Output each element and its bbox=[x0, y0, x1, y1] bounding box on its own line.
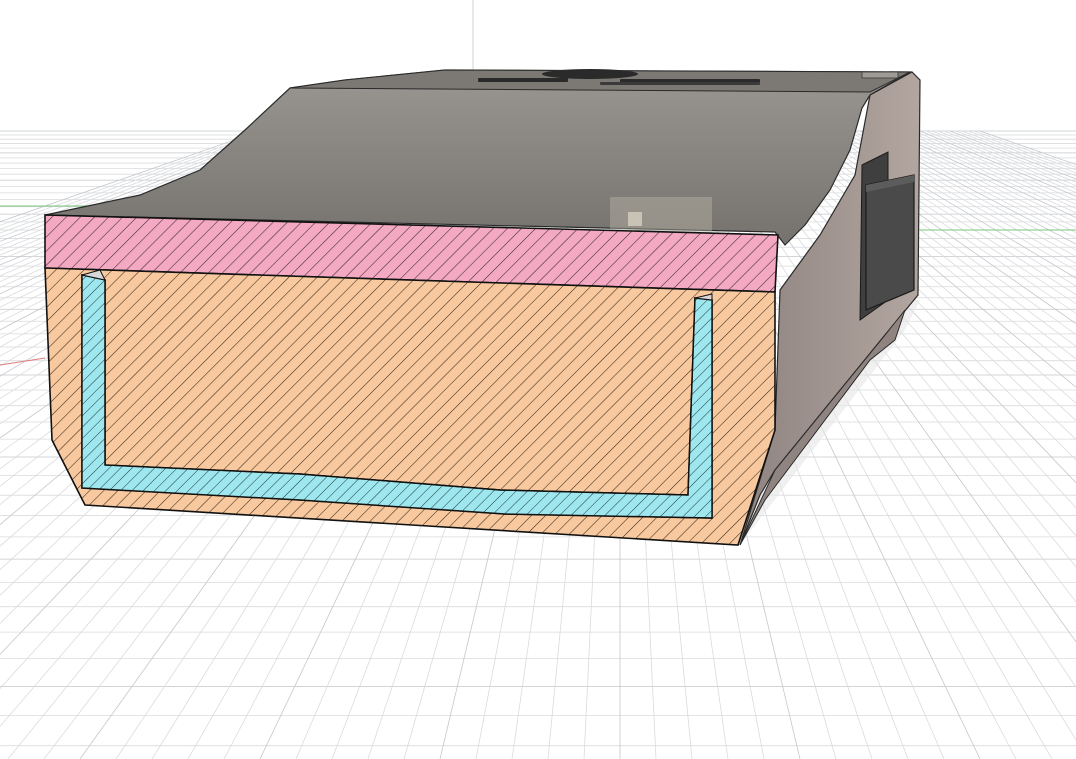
grid-line bbox=[967, 130, 1076, 171]
viewport-canvas[interactable] bbox=[0, 0, 1076, 759]
top-tab bbox=[861, 71, 899, 79]
grid-line bbox=[949, 130, 1076, 180]
grid-line bbox=[895, 130, 1076, 214]
grid-line bbox=[775, 130, 1076, 374]
grid-line bbox=[931, 130, 1076, 190]
grid-line bbox=[937, 130, 1076, 186]
sticker-mark bbox=[628, 212, 642, 226]
grid-line bbox=[943, 130, 1076, 183]
grid-line bbox=[913, 130, 1076, 201]
grid-line bbox=[955, 130, 1076, 177]
grid-line bbox=[925, 130, 1076, 194]
cad-viewport[interactable] bbox=[0, 0, 1076, 759]
